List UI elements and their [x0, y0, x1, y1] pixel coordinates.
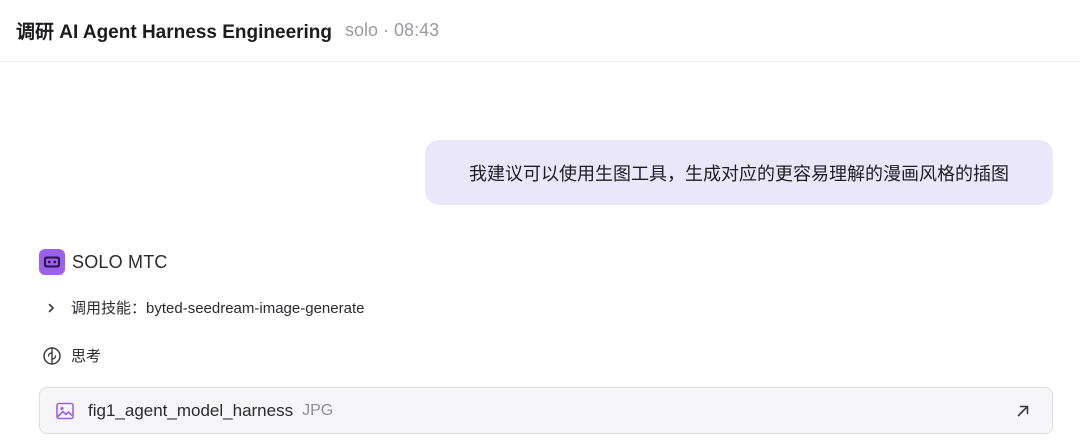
header-meta: solo · 08:43 — [345, 20, 439, 41]
skill-call-label: 调用技能：byted-seedream-image-generate — [71, 300, 365, 317]
brain-icon — [42, 346, 62, 366]
thinking-toggle[interactable]: 思考 — [42, 345, 101, 366]
user-message-bubble: 我建议可以使用生图工具，生成对应的更容易理解的漫画风格的插图 — [425, 140, 1053, 205]
open-external-arrow-icon[interactable] — [1014, 402, 1032, 420]
image-icon — [55, 401, 75, 421]
meta-separator: · — [383, 20, 390, 40]
chat-header: 调研 AI Agent Harness Engineering solo · 08:… — [0, 0, 1080, 62]
attachment-type: JPG — [302, 401, 334, 419]
chevron-right-icon — [44, 301, 58, 315]
page-title: 调研 AI Agent Harness Engineering — [16, 22, 333, 43]
attachment-filename: fig1_agent_model_harness — [88, 400, 294, 420]
robot-icon — [39, 249, 65, 275]
thinking-label: 思考 — [71, 348, 102, 365]
timestamp: 08:43 — [394, 20, 440, 40]
skill-call-toggle[interactable]: 调用技能：byted-seedream-image-generate — [44, 297, 364, 318]
attachment-card[interactable]: fig1_agent_model_harness JPG — [39, 387, 1053, 434]
agent-header: SOLO MTC — [39, 249, 168, 275]
user-message-text: 我建议可以使用生图工具，生成对应的更容易理解的漫画风格的插图 — [469, 163, 1009, 184]
agent-name: SOLO MTC — [72, 251, 168, 272]
mode-label: solo — [345, 20, 379, 40]
